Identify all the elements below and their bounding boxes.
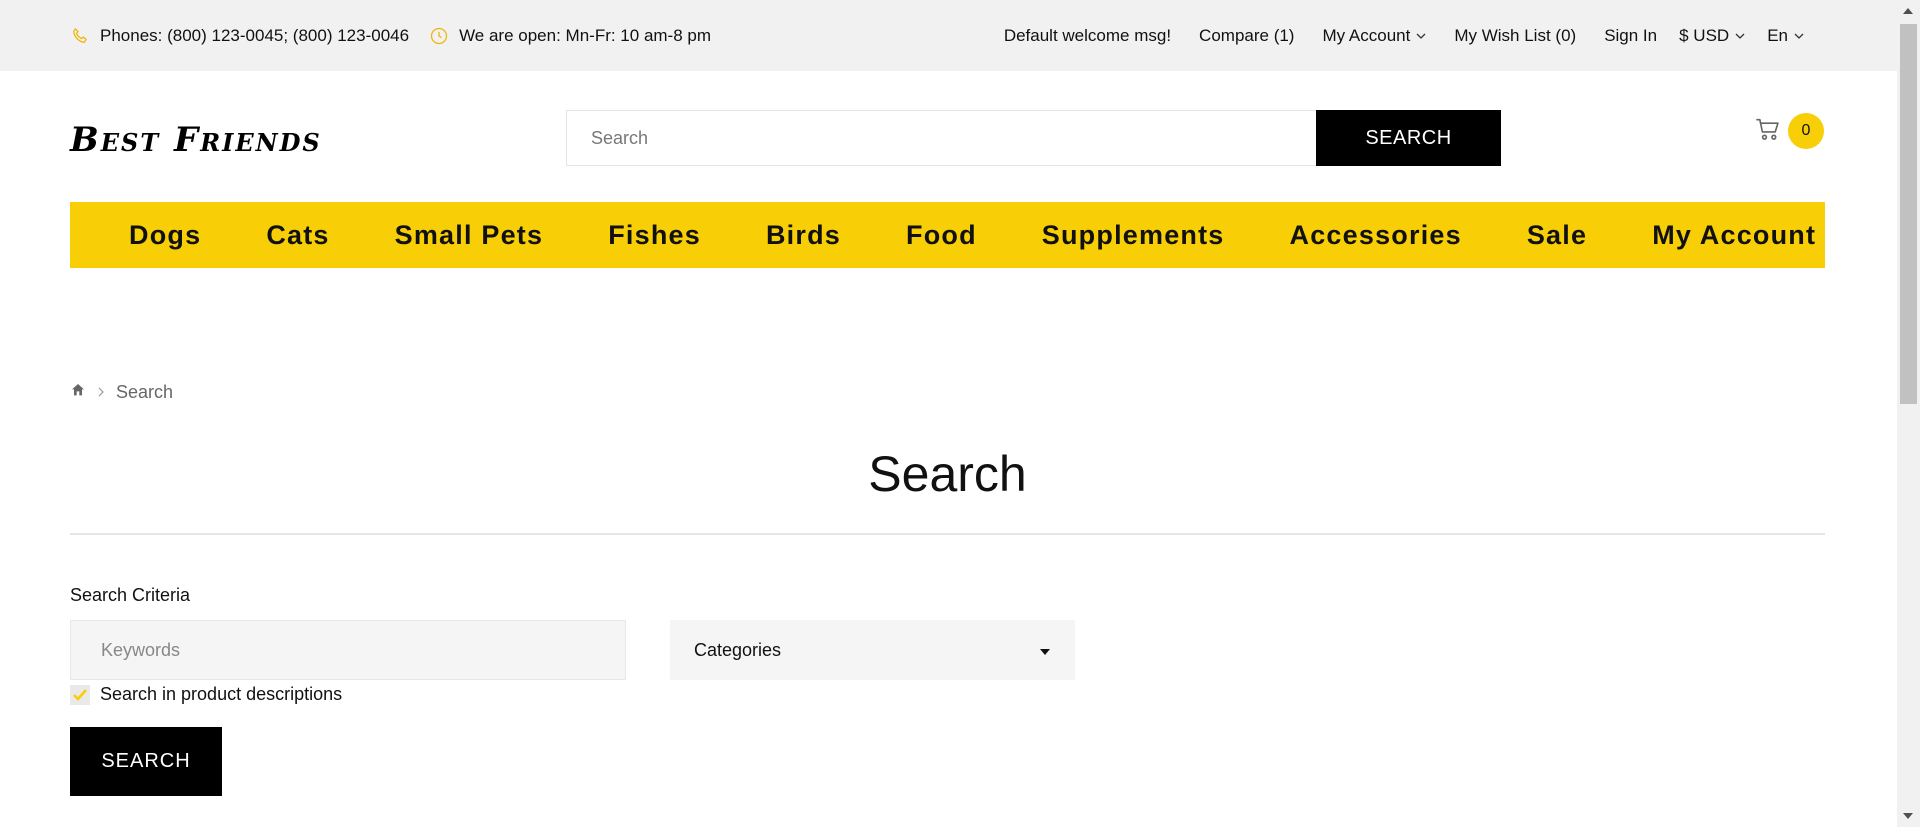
- description-search-option: Search in product descriptions: [70, 684, 342, 705]
- description-checkbox-label[interactable]: Search in product descriptions: [100, 684, 342, 705]
- page-scrollbar[interactable]: [1897, 0, 1920, 827]
- nav-item-accessories[interactable]: Accessories: [1290, 220, 1462, 251]
- page-title: Search: [868, 446, 1027, 502]
- compare-link[interactable]: Compare (1): [1199, 26, 1294, 46]
- hours-text: We are open: Mn-Fr: 10 am-8 pm: [459, 25, 712, 45]
- title-divider: [70, 533, 1825, 535]
- nav-item-sale[interactable]: Sale: [1527, 220, 1587, 251]
- scrollbar-thumb[interactable]: [1900, 24, 1917, 404]
- nav-item-cats[interactable]: Cats: [266, 220, 329, 251]
- language-label: En: [1767, 25, 1788, 45]
- chevron-down-icon: [1735, 33, 1745, 39]
- search-input[interactable]: [566, 110, 1316, 166]
- chevron-right-icon: [96, 382, 106, 403]
- currency-label: $ USD: [1679, 25, 1730, 45]
- search-submit-button[interactable]: SEARCH: [70, 727, 222, 796]
- caret-down-icon: [1039, 640, 1051, 661]
- clock-icon: [429, 26, 449, 46]
- currency-dropdown[interactable]: $ USD: [1679, 26, 1745, 46]
- breadcrumb: Search: [70, 382, 173, 403]
- sign-in-label: Sign In: [1604, 25, 1658, 45]
- scroll-up-icon[interactable]: [1903, 8, 1913, 14]
- header-search: SEARCH: [566, 110, 1501, 166]
- chevron-down-icon: [1794, 33, 1804, 39]
- top-bar: Phones: (800) 123-0045; (800) 123-0046 W…: [0, 0, 1897, 71]
- hours-info: We are open: Mn-Fr: 10 am-8 pm: [429, 26, 711, 46]
- categories-selected-value: Categories: [694, 639, 782, 660]
- site-logo[interactable]: Best Friends: [70, 120, 322, 160]
- keywords-input[interactable]: [70, 620, 626, 680]
- search-criteria-label: Search Criteria: [70, 585, 191, 605]
- phones-info: Phones: (800) 123-0045; (800) 123-0046: [70, 26, 409, 46]
- check-icon: [73, 688, 87, 701]
- breadcrumb-current: Search: [116, 382, 174, 402]
- nav-item-supplements[interactable]: Supplements: [1042, 220, 1225, 251]
- top-links: Default welcome msg! Compare (1) My Acco…: [1004, 0, 1804, 71]
- description-checkbox[interactable]: [70, 684, 90, 705]
- phone-icon: [70, 26, 90, 46]
- main-nav: Dogs Cats Small Pets Fishes Birds Food S…: [70, 202, 1825, 268]
- wishlist-link[interactable]: My Wish List (0): [1454, 26, 1576, 46]
- chevron-down-icon: [1416, 33, 1426, 39]
- nav-item-fishes[interactable]: Fishes: [608, 220, 701, 251]
- nav-item-my-account[interactable]: My Account: [1652, 220, 1816, 251]
- my-account-dropdown[interactable]: My Account: [1322, 26, 1426, 46]
- compare-label: Compare (1): [1199, 25, 1295, 45]
- mini-cart[interactable]: 0: [1754, 113, 1824, 149]
- search-button[interactable]: SEARCH: [1316, 110, 1501, 166]
- welcome-message: Default welcome msg!: [1003, 25, 1172, 45]
- scroll-down-icon[interactable]: [1903, 813, 1913, 819]
- nav-item-dogs[interactable]: Dogs: [129, 220, 201, 251]
- my-account-label: My Account: [1322, 25, 1411, 45]
- nav-item-birds[interactable]: Birds: [766, 220, 841, 251]
- home-icon[interactable]: [70, 382, 86, 403]
- sign-in-link[interactable]: Sign In: [1604, 26, 1657, 46]
- cart-count-badge: 0: [1788, 113, 1824, 149]
- cart-icon: [1754, 115, 1782, 148]
- language-dropdown[interactable]: En: [1767, 26, 1804, 46]
- nav-item-small-pets[interactable]: Small Pets: [395, 220, 544, 251]
- categories-select[interactable]: Categories: [670, 620, 1075, 680]
- wishlist-label: My Wish List (0): [1454, 25, 1577, 45]
- phones-text: Phones: (800) 123-0045; (800) 123-0046: [100, 25, 410, 45]
- nav-item-food[interactable]: Food: [906, 220, 977, 251]
- contact-info: Phones: (800) 123-0045; (800) 123-0046 W…: [70, 0, 711, 71]
